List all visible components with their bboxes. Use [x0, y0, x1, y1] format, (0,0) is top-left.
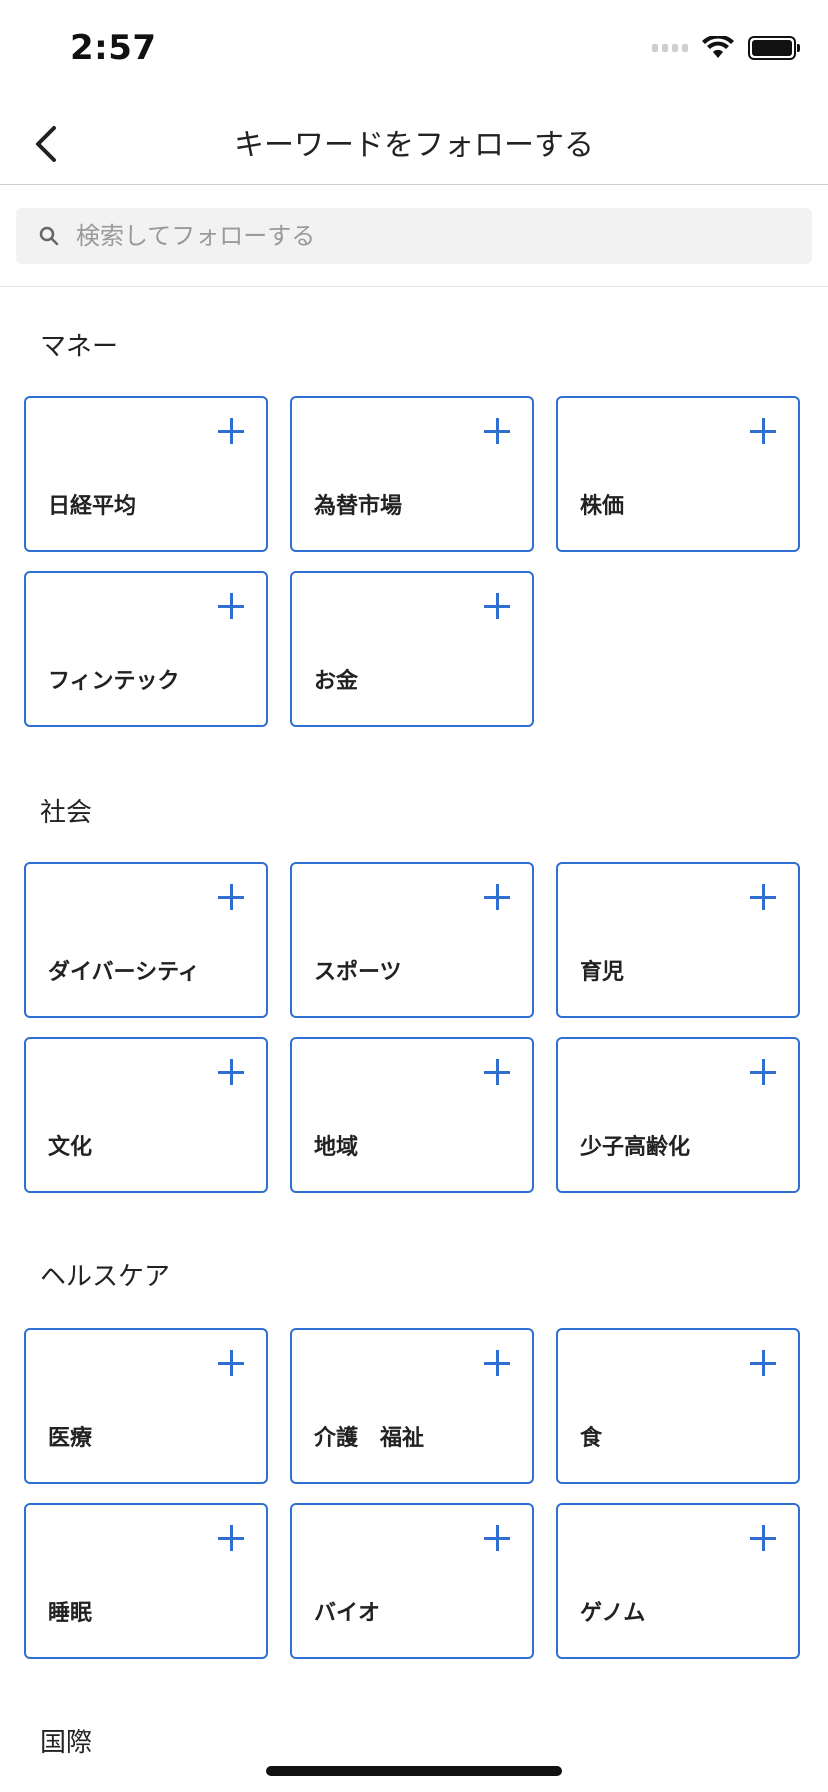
- keyword-label: 日経平均: [48, 494, 137, 519]
- page-title: キーワードをフォローする: [234, 128, 594, 163]
- keyword-label: 医療: [48, 1426, 93, 1451]
- home-indicator: [266, 1766, 562, 1776]
- keyword-tile[interactable]: お金: [290, 571, 534, 727]
- plus-icon: [750, 1059, 776, 1085]
- plus-icon: [750, 1350, 776, 1376]
- divider: [0, 286, 828, 287]
- plus-icon: [750, 418, 776, 444]
- search-bar: [16, 208, 812, 264]
- plus-icon: [750, 1525, 776, 1551]
- keyword-tile[interactable]: 文化: [24, 1037, 268, 1193]
- keyword-label: 食: [580, 1426, 603, 1451]
- keyword-label: 為替市場: [314, 494, 403, 519]
- battery-icon: [748, 36, 800, 60]
- plus-icon: [484, 418, 510, 444]
- keyword-label: お金: [314, 669, 359, 694]
- keyword-tile[interactable]: 介護 福祉: [290, 1328, 534, 1484]
- keyword-label: 少子高齢化: [580, 1135, 691, 1160]
- keyword-label: ゲノム: [580, 1601, 646, 1626]
- keyword-label: バイオ: [314, 1601, 381, 1626]
- plus-icon: [484, 1350, 510, 1376]
- plus-icon: [218, 1059, 244, 1085]
- plus-icon: [484, 1525, 510, 1551]
- plus-icon: [750, 884, 776, 910]
- keyword-tile[interactable]: フィンテック: [24, 571, 268, 727]
- keyword-label: 介護 福祉: [314, 1426, 425, 1451]
- section-title-money: マネー: [40, 332, 119, 362]
- keyword-label: 文化: [48, 1135, 93, 1160]
- section-title-society: 社会: [40, 798, 93, 828]
- keyword-label: 地域: [314, 1135, 359, 1160]
- keyword-label: 株価: [580, 494, 625, 519]
- keyword-label: 睡眠: [48, 1601, 93, 1626]
- plus-icon: [218, 593, 244, 619]
- keyword-tile[interactable]: ゲノム: [556, 1503, 800, 1659]
- keyword-tile[interactable]: スポーツ: [290, 862, 534, 1018]
- keyword-tile[interactable]: 食: [556, 1328, 800, 1484]
- keyword-tile[interactable]: 少子高齢化: [556, 1037, 800, 1193]
- plus-icon: [218, 884, 244, 910]
- wifi-icon: [702, 36, 734, 58]
- section-title-healthcare: ヘルスケア: [40, 1262, 171, 1292]
- status-bar: 2:57: [0, 0, 828, 100]
- keyword-tile[interactable]: 地域: [290, 1037, 534, 1193]
- keyword-tile[interactable]: 育児: [556, 862, 800, 1018]
- plus-icon: [218, 1525, 244, 1551]
- keyword-tile[interactable]: 医療: [24, 1328, 268, 1484]
- keyword-label: 育児: [580, 960, 625, 985]
- plus-icon: [218, 418, 244, 444]
- plus-icon: [484, 1059, 510, 1085]
- status-icons: [652, 36, 800, 60]
- nav-bar: キーワードをフォローする: [0, 100, 828, 185]
- status-time: 2:57: [70, 28, 157, 68]
- search-input[interactable]: [74, 210, 812, 262]
- search-icon: [39, 226, 59, 246]
- keyword-tile[interactable]: 為替市場: [290, 396, 534, 552]
- keyword-tile[interactable]: 睡眠: [24, 1503, 268, 1659]
- keyword-label: フィンテック: [48, 669, 180, 694]
- cellular-signal-icon: [652, 44, 688, 52]
- plus-icon: [484, 593, 510, 619]
- keyword-tile[interactable]: ダイバーシティ: [24, 862, 268, 1018]
- keyword-label: スポーツ: [314, 960, 402, 985]
- keyword-tile[interactable]: バイオ: [290, 1503, 534, 1659]
- keyword-tile[interactable]: 株価: [556, 396, 800, 552]
- plus-icon: [218, 1350, 244, 1376]
- section-title-international: 国際: [40, 1728, 93, 1758]
- keyword-label: ダイバーシティ: [48, 960, 200, 985]
- keyword-tile[interactable]: 日経平均: [24, 396, 268, 552]
- plus-icon: [484, 884, 510, 910]
